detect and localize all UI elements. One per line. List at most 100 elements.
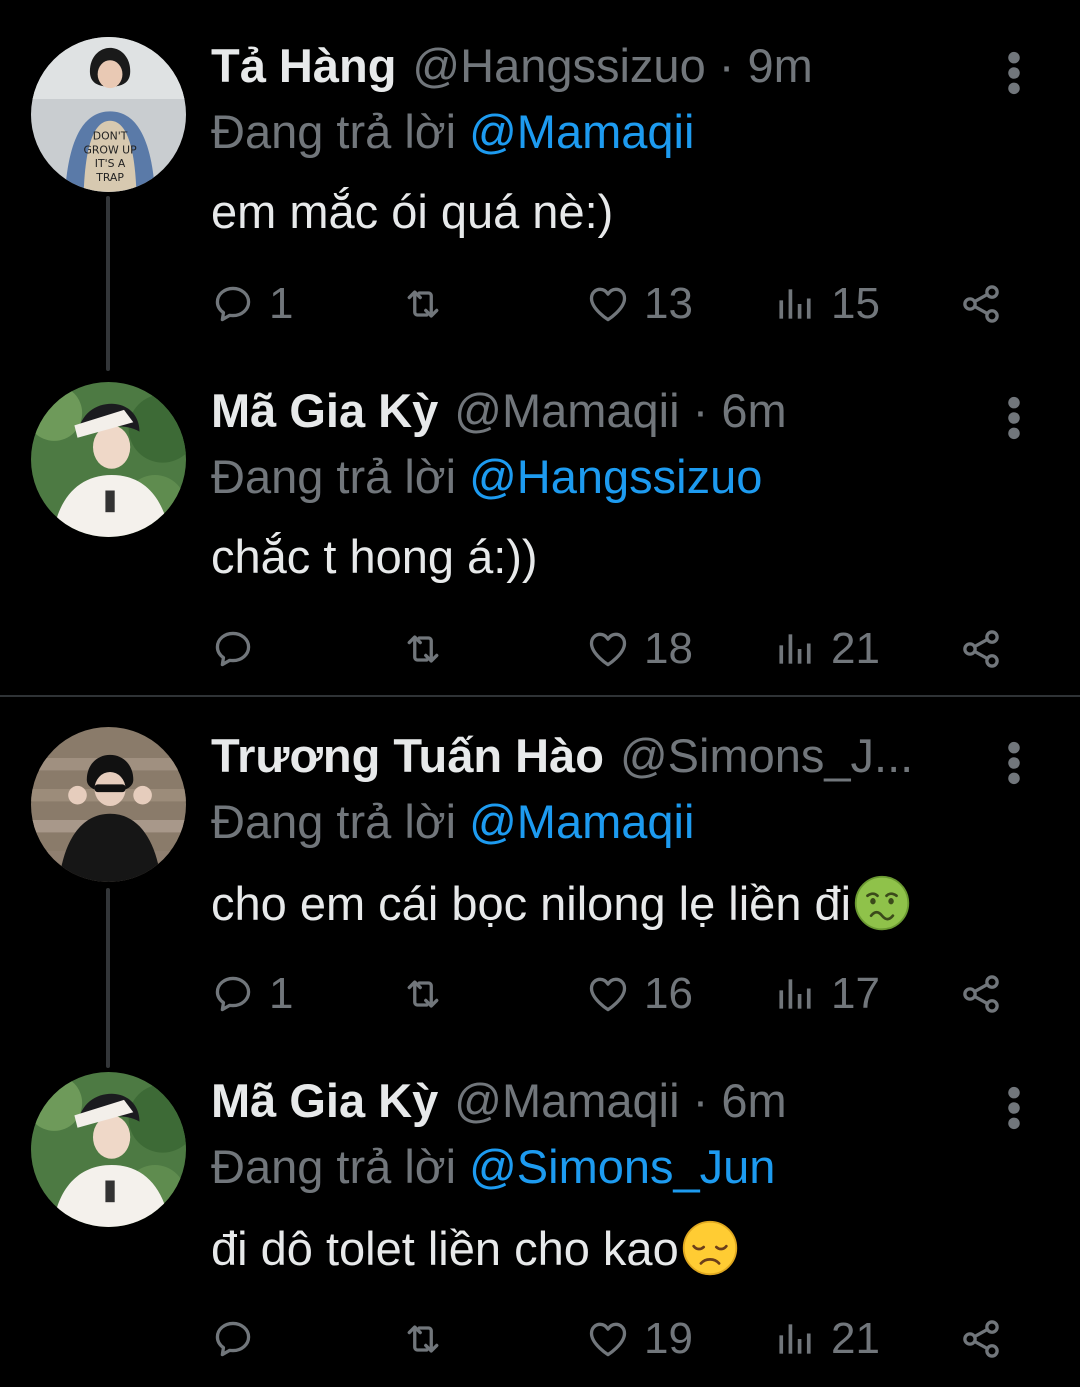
tweet-header: Mã Gia Kỳ @Mamaqii · 6m: [211, 1073, 980, 1135]
heart-icon: [586, 627, 630, 671]
avatar[interactable]: [31, 1072, 186, 1227]
like-count: 16: [644, 969, 693, 1018]
display-name[interactable]: Mã Gia Kỳ: [211, 1073, 438, 1128]
tweet-text-content: đi dô tolet liền cho kao: [211, 1221, 679, 1275]
share-icon: [959, 627, 1003, 671]
reply-icon: [211, 282, 255, 326]
replying-label: Đang trả lời: [211, 795, 457, 848]
divider: [0, 695, 1080, 697]
mention-link[interactable]: @Mamaqii: [469, 795, 694, 848]
view-count: 17: [831, 969, 880, 1018]
thread-line: [106, 888, 110, 1068]
reply-icon: [211, 972, 255, 1016]
retweet-button[interactable]: [401, 621, 445, 677]
share-icon: [959, 1317, 1003, 1361]
retweet-icon: [401, 972, 445, 1016]
reply-button[interactable]: [211, 1311, 255, 1367]
action-bar: 1 13 15: [211, 276, 1011, 332]
view-count: 21: [831, 1314, 880, 1363]
retweet-button[interactable]: [401, 276, 445, 332]
avatar[interactable]: [31, 727, 186, 882]
views-icon: [773, 627, 817, 671]
retweet-button[interactable]: [401, 966, 445, 1022]
disappointed-face-icon: [681, 1219, 739, 1277]
avatar[interactable]: [31, 37, 186, 192]
share-button[interactable]: [959, 621, 1003, 677]
more-icon[interactable]: [1000, 1085, 1028, 1131]
views-button[interactable]: 21: [773, 621, 880, 677]
view-count: 21: [831, 624, 880, 673]
action-bar: 1 16 17: [211, 966, 1011, 1022]
views-icon: [773, 282, 817, 326]
tweet-header: Mã Gia Kỳ @Mamaqii · 6m: [211, 383, 980, 445]
mention-link[interactable]: @Mamaqii: [469, 105, 694, 158]
like-count: 13: [644, 279, 693, 328]
share-button[interactable]: [959, 276, 1003, 332]
display-name[interactable]: Tả Hàng: [211, 38, 396, 93]
views-button[interactable]: 21: [773, 1311, 880, 1367]
tweet-header: Tả Hàng @Hangssizuo · 9m: [211, 38, 980, 100]
like-button[interactable]: 13: [586, 276, 693, 332]
heart-icon: [586, 1317, 630, 1361]
tweet-text: chắc t hong á:)): [211, 529, 538, 584]
replying-to: Đang trả lời @Mamaqii: [211, 794, 694, 849]
avatar-white-sweater-icon: [31, 1072, 186, 1227]
more-icon[interactable]: [1000, 395, 1028, 441]
retweet-icon: [401, 1317, 445, 1361]
thread-line: [106, 196, 110, 371]
like-button[interactable]: 18: [586, 621, 693, 677]
replying-to: Đang trả lời @Hangssizuo: [211, 449, 762, 504]
avatar-denim-vest-icon: [31, 37, 186, 192]
avatar-dark-stairs-icon: [31, 727, 186, 882]
action-bar: 18 21: [211, 621, 1011, 677]
views-button[interactable]: 17: [773, 966, 880, 1022]
tweet-text-content: chắc t hong á:)): [211, 530, 538, 583]
views-button[interactable]: 15: [773, 276, 880, 332]
more-icon[interactable]: [1000, 50, 1028, 96]
reply-button[interactable]: 1: [211, 276, 293, 332]
views-icon: [773, 1317, 817, 1361]
share-button[interactable]: [959, 1311, 1003, 1367]
heart-icon: [586, 282, 630, 326]
reply-count: 1: [269, 279, 294, 328]
tweet-text: cho em cái bọc nilong lẹ liền đi: [211, 874, 911, 932]
share-icon: [959, 282, 1003, 326]
retweet-button[interactable]: [401, 1311, 445, 1367]
handle-and-time: @Hangssizuo · 9m: [412, 39, 813, 92]
avatar[interactable]: [31, 382, 186, 537]
tweet-header: Trương Tuấn Hào @Simons_J...: [211, 728, 980, 790]
heart-icon: [586, 972, 630, 1016]
view-count: 15: [831, 279, 880, 328]
nauseated-face-icon: [853, 874, 911, 932]
mention-link[interactable]: @Simons_Jun: [469, 1140, 775, 1193]
reply-button[interactable]: [211, 621, 255, 677]
reply-icon: [211, 1317, 255, 1361]
more-icon[interactable]: [1000, 740, 1028, 786]
share-icon: [959, 972, 1003, 1016]
views-icon: [773, 972, 817, 1016]
share-button[interactable]: [959, 966, 1003, 1022]
replying-label: Đang trả lời: [211, 1140, 457, 1193]
replying-to: Đang trả lời @Simons_Jun: [211, 1139, 775, 1194]
tweet-text: đi dô tolet liền cho kao: [211, 1219, 739, 1277]
retweet-icon: [401, 627, 445, 671]
retweet-icon: [401, 282, 445, 326]
handle-and-time: @Mamaqii · 6m: [454, 1074, 787, 1127]
like-count: 18: [644, 624, 693, 673]
display-name[interactable]: Trương Tuấn Hào: [211, 728, 604, 783]
like-button[interactable]: 19: [586, 1311, 693, 1367]
reply-icon: [211, 627, 255, 671]
replying-label: Đang trả lời: [211, 450, 457, 503]
tweet-text: em mắc ói quá nè:): [211, 184, 613, 239]
avatar-white-sweater-icon: [31, 382, 186, 537]
action-bar: 19 21: [211, 1311, 1011, 1367]
like-button[interactable]: 16: [586, 966, 693, 1022]
mention-link[interactable]: @Hangssizuo: [469, 450, 762, 503]
tweet-text-content: em mắc ói quá nè:): [211, 185, 614, 238]
handle-and-time: @Simons_J...: [619, 729, 914, 782]
replying-label: Đang trả lời: [211, 105, 457, 158]
display-name[interactable]: Mã Gia Kỳ: [211, 383, 438, 438]
like-count: 19: [644, 1314, 693, 1363]
reply-button[interactable]: 1: [211, 966, 293, 1022]
tweet-text-content: cho em cái bọc nilong lẹ liền đi: [211, 876, 852, 930]
